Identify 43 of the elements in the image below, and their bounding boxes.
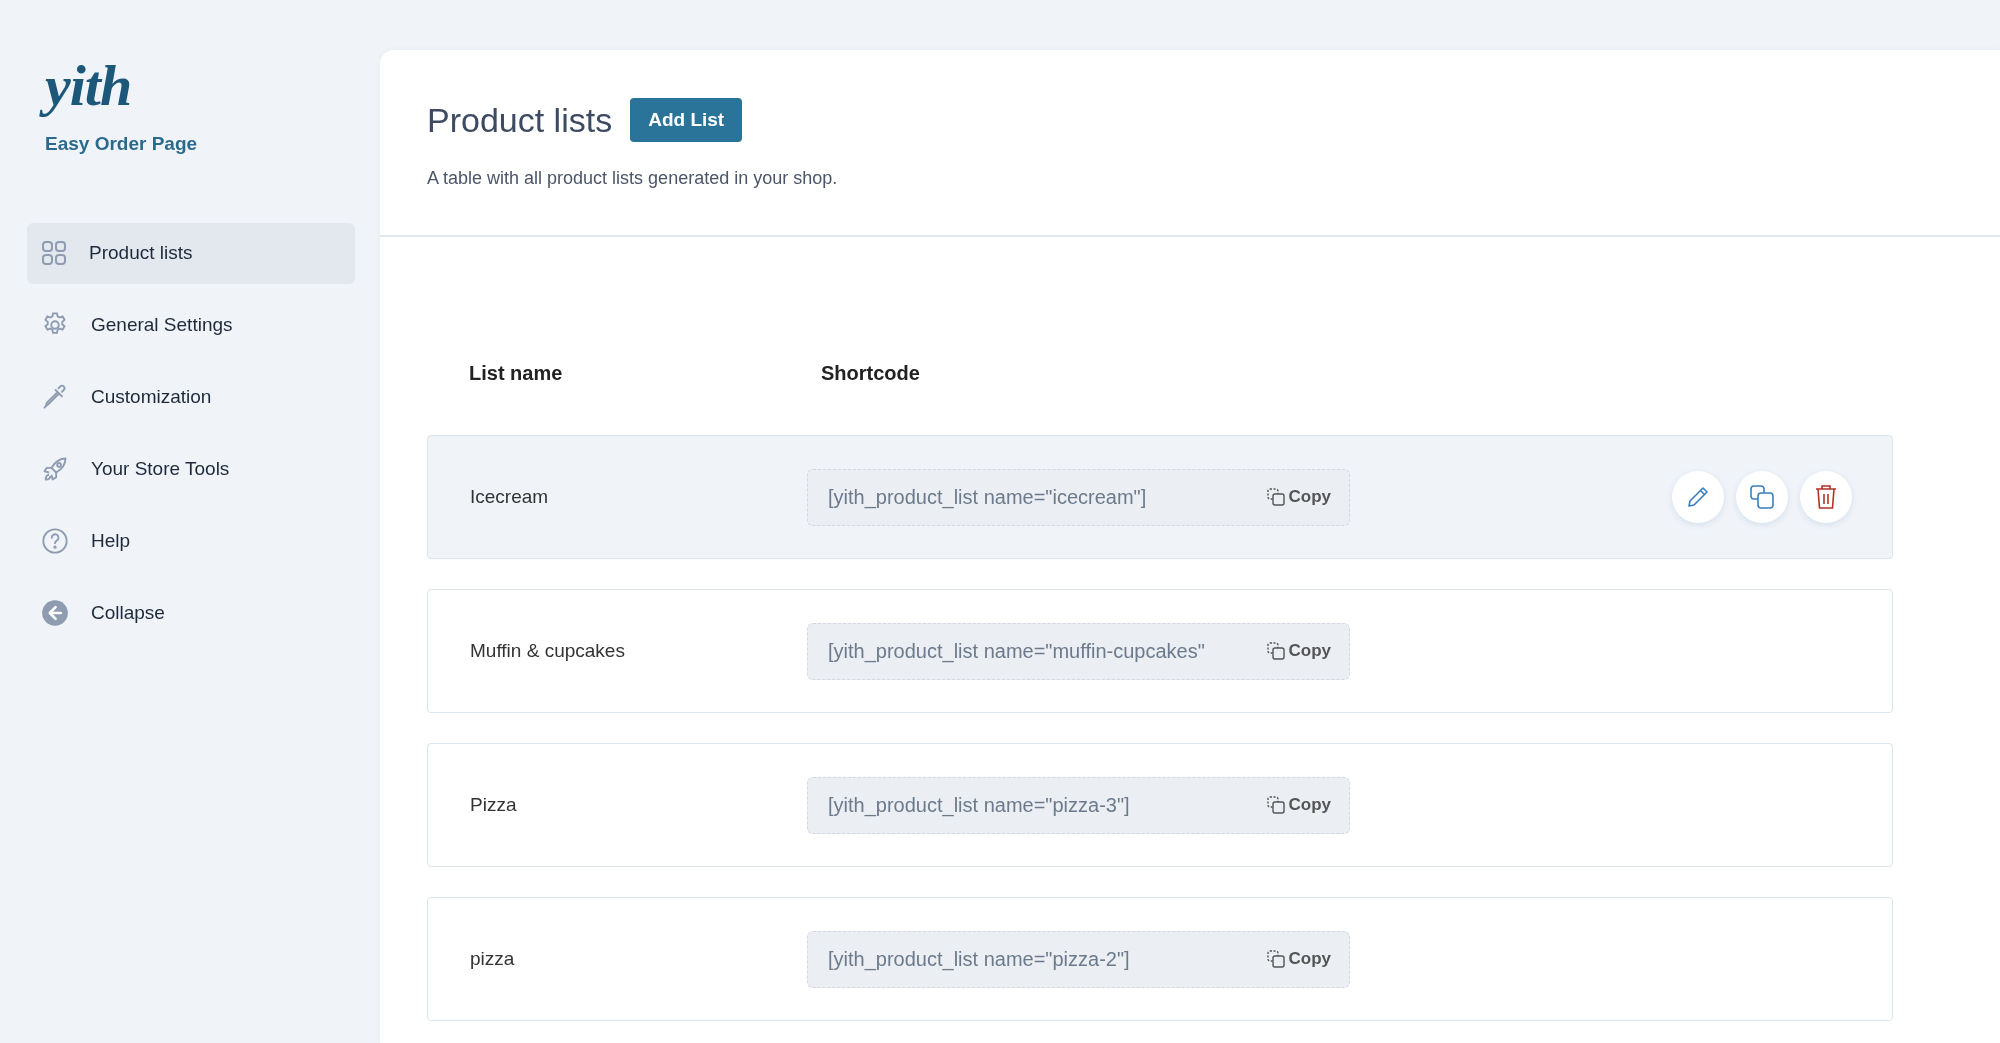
list-row[interactable]: Muffin & cupcakes [yith_product_list name="muffin-cupcakes" Copy (427, 589, 1893, 713)
sidebar-item[interactable]: Product lists (27, 222, 355, 284)
shortcode-field[interactable]: [yith_product_list name="muffin-cupcakes" Copy (807, 622, 1350, 680)
copy-icon (1266, 642, 1285, 660)
column-header: List name (469, 362, 564, 385)
add-list-button[interactable]: Add List (630, 98, 743, 142)
page-title: Product lists (427, 100, 613, 140)
copy-icon (1266, 796, 1285, 814)
plugin-name: Easy Order Page (45, 132, 199, 155)
grid-icon (41, 240, 67, 266)
copy-button[interactable]: Copy (1266, 487, 1331, 507)
column-header: Shortcode (821, 362, 920, 385)
copy-icon (1266, 488, 1285, 506)
sidebar-item[interactable]: Customization (27, 366, 355, 428)
list-name: Muffin & cupcakes (470, 640, 626, 662)
shortcode-field[interactable]: [yith_product_list name="icecream"] Copy (807, 468, 1350, 526)
edit-button[interactable] (1672, 471, 1724, 523)
help-icon (41, 527, 69, 555)
duplicate-button[interactable] (1736, 471, 1788, 523)
dropper-icon (41, 383, 69, 411)
pencil-icon (1686, 485, 1710, 509)
page-description: A table with all product lists generated in your shop. (427, 168, 839, 189)
sidebar-item[interactable]: General Settings (27, 294, 355, 356)
list-name: Pizza (470, 794, 518, 816)
trash-icon (1814, 484, 1838, 510)
sidebar-item[interactable]: Your Store Tools (27, 438, 355, 500)
copy-button[interactable]: Copy (1266, 949, 1331, 969)
list-name: pizza (470, 948, 516, 970)
sidebar-item[interactable]: Help (27, 510, 355, 572)
shortcode-field[interactable]: [yith_product_list name="pizza-3"] Copy (807, 776, 1350, 834)
copy-icon (1266, 950, 1285, 968)
list-name: Icecream (470, 486, 550, 508)
list-row[interactable]: Icecream [yith_product_list name="icecream"] Copy (427, 435, 1893, 559)
delete-button[interactable] (1800, 471, 1852, 523)
duplicate-icon (1749, 484, 1775, 510)
copy-button[interactable]: Copy (1266, 641, 1331, 661)
list-row[interactable]: pizza [yith_product_list name="pizza-2"] Copy (427, 897, 1893, 1021)
list-row[interactable]: Pizza [yith_product_list name="pizza-3"] Copy (427, 743, 1893, 867)
rocket-icon (41, 455, 69, 483)
copy-button[interactable]: Copy (1266, 795, 1331, 815)
yith-logo: yith (39, 50, 142, 123)
sidebar-item[interactable]: Collapse (27, 582, 355, 644)
shortcode-field[interactable]: [yith_product_list name="pizza-2"] Copy (807, 930, 1350, 988)
